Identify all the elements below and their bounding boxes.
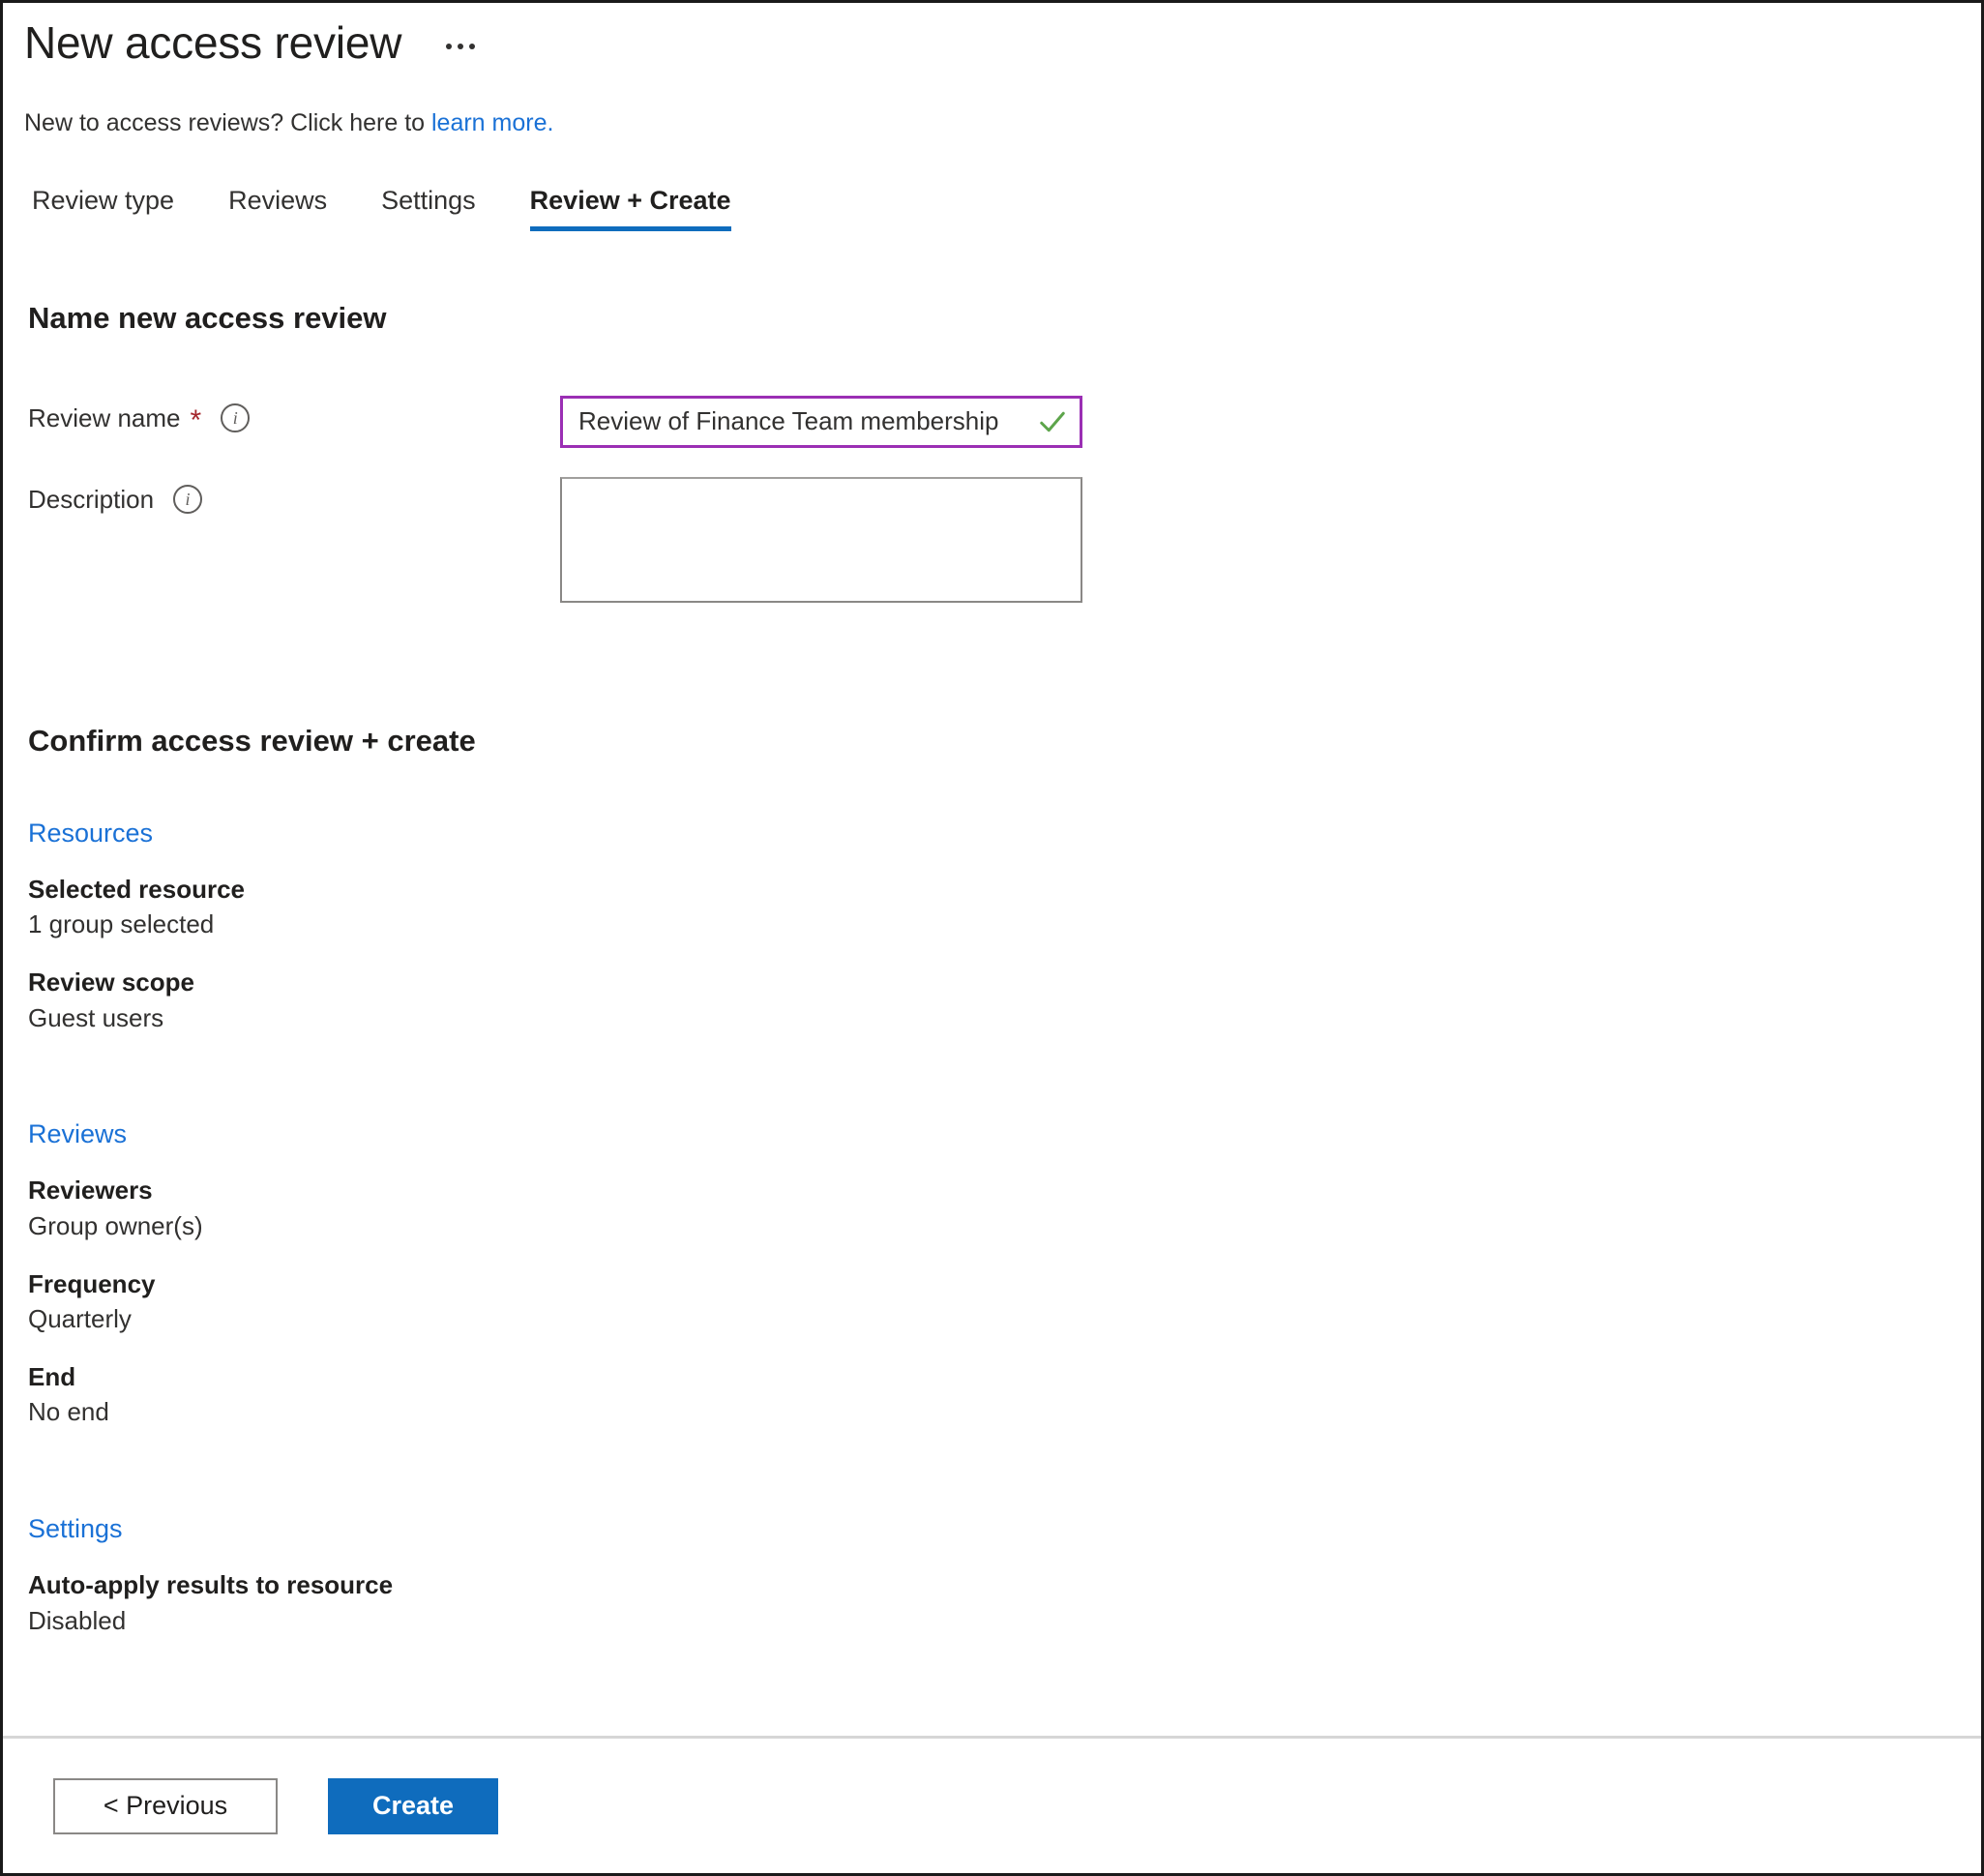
ellipsis-dot: [458, 44, 464, 49]
learn-more-link[interactable]: learn more.: [431, 109, 553, 136]
page-title: New access review: [24, 17, 402, 68]
tab-review-type[interactable]: Review type: [24, 186, 201, 231]
review-name-label: Review name * i: [28, 396, 560, 437]
summary-value: Guest users: [28, 1002, 164, 1032]
info-icon[interactable]: i: [221, 403, 251, 433]
tab-reviews[interactable]: Reviews: [201, 186, 354, 231]
summary-item: Reviewers Group owner(s): [28, 1175, 1981, 1242]
settings-link[interactable]: Settings: [28, 1514, 123, 1544]
name-section-heading: Name new access review: [28, 300, 387, 335]
previous-button[interactable]: < Previous: [53, 1777, 278, 1834]
description-row: Description i: [3, 476, 1981, 608]
group-settings: Settings Auto-apply results to resource …: [3, 1514, 1981, 1637]
group-resources: Resources Selected resource 1 group sele…: [3, 819, 1981, 1035]
review-name-row: Review name * i: [3, 395, 1981, 448]
intro-text: New to access reviews? Click here to lea…: [3, 69, 1981, 139]
confirm-section-heading: Confirm access review + create: [28, 723, 476, 758]
required-marker: *: [190, 404, 202, 437]
description-label-text: Description: [28, 484, 155, 514]
summary-item: Frequency Quarterly: [28, 1268, 1981, 1336]
wizard-tabs: Review type Reviews Settings Review + Cr…: [3, 139, 1981, 231]
summary-value: Disabled: [28, 1605, 127, 1635]
summary-item: Review scope Guest users: [28, 967, 1981, 1034]
blade-footer: < Previous Create: [3, 1736, 1981, 1873]
reviews-link[interactable]: Reviews: [28, 1119, 127, 1149]
ellipsis-icon[interactable]: [442, 38, 479, 55]
create-button[interactable]: Create: [328, 1777, 498, 1834]
new-access-review-blade: New access review New to access reviews?…: [0, 0, 1984, 1876]
description-control: [560, 476, 1082, 608]
summary-item: Auto-apply results to resource Disabled: [28, 1569, 1981, 1637]
blade-header: New access review: [3, 3, 1981, 69]
ellipsis-dot: [469, 44, 476, 49]
blade-content: New access review New to access reviews?…: [3, 3, 1981, 1689]
group-reviews: Reviews Reviewers Group owner(s) Frequen…: [3, 1119, 1981, 1429]
summary-key: Review scope: [28, 968, 194, 998]
tab-settings[interactable]: Settings: [354, 186, 503, 231]
description-textarea[interactable]: [560, 476, 1082, 603]
description-label: Description i: [28, 477, 560, 515]
resources-link[interactable]: Resources: [28, 819, 153, 849]
ellipsis-dot: [446, 44, 453, 49]
summary-key: End: [28, 1361, 76, 1391]
summary-value: 1 group selected: [28, 909, 215, 939]
summary-item: Selected resource 1 group selected: [28, 874, 1981, 941]
tab-review-create[interactable]: Review + Create: [503, 186, 758, 231]
summary-value: Group owner(s): [28, 1210, 203, 1240]
summary-value: No end: [28, 1397, 109, 1427]
review-name-input[interactable]: [560, 395, 1082, 448]
intro-static-text: New to access reviews? Click here to: [24, 109, 431, 137]
summary-value: Quarterly: [28, 1304, 132, 1334]
summary-key: Frequency: [28, 1268, 156, 1298]
review-name-control: [560, 395, 1082, 448]
summary-item: End No end: [28, 1361, 1981, 1429]
summary-key: Reviewers: [28, 1176, 153, 1206]
summary-key: Selected resource: [28, 874, 246, 904]
review-name-label-text: Review name: [28, 402, 181, 432]
info-icon[interactable]: i: [173, 485, 203, 515]
summary-key: Auto-apply results to resource: [28, 1570, 394, 1600]
